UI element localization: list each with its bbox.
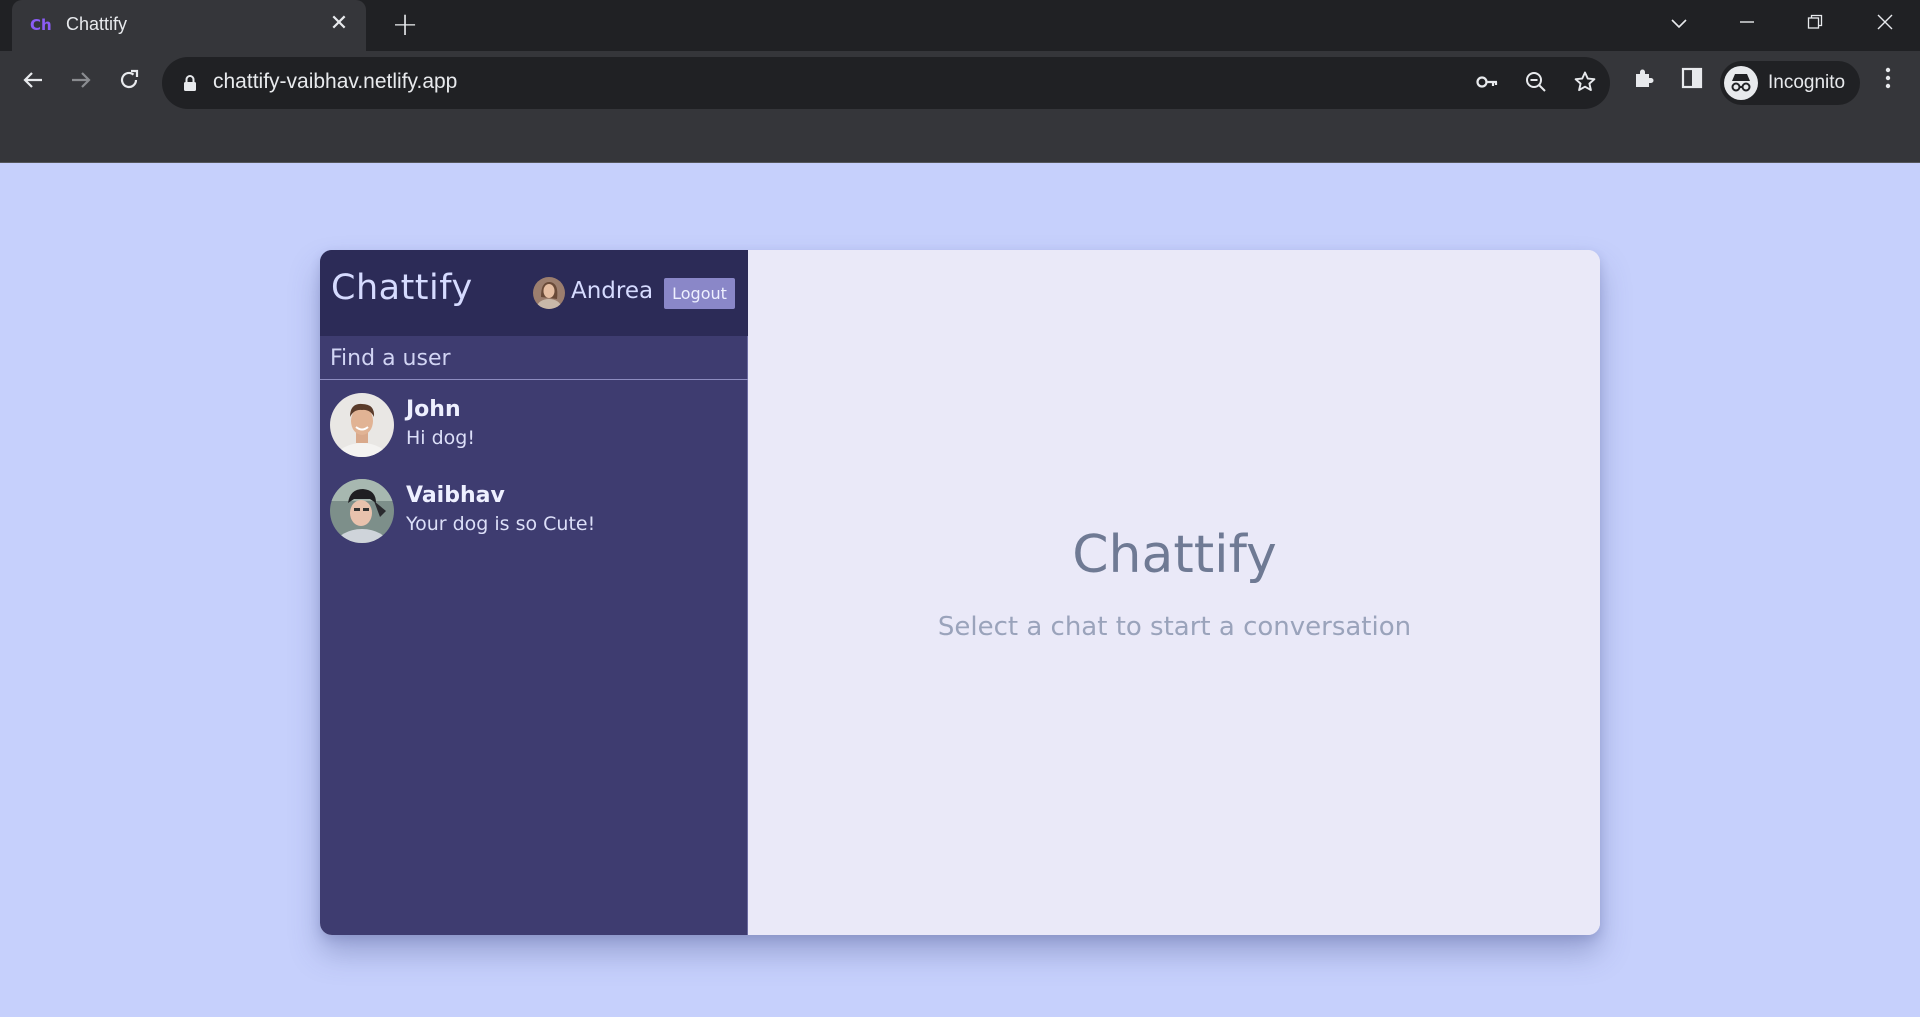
extensions-icon[interactable] [1628,65,1660,99]
star-icon[interactable] [1572,70,1598,96]
chat-name: John [406,397,461,422]
close-tab-icon[interactable]: ✕ [326,11,352,37]
restore-icon[interactable] [1792,8,1838,38]
logout-button[interactable]: Logout [664,278,735,309]
tab-strip: Ch Chattify ✕ + [0,0,1920,51]
profile-label: Incognito [1768,72,1846,93]
user-search [320,336,748,380]
search-input[interactable] [330,342,730,374]
favicon-icon: Ch [30,16,52,34]
lock-icon[interactable] [182,74,198,92]
chat-name: Vaibhav [406,483,505,508]
close-window-icon[interactable] [1862,8,1908,38]
zoom-out-icon[interactable] [1523,70,1549,96]
menu-icon[interactable] [1872,65,1904,99]
minimize-icon[interactable] [1724,8,1770,38]
avatar [330,393,394,457]
current-user-name: Andrea [571,278,654,304]
address-bar[interactable]: chattify-vaibhav.netlify.app [162,57,1610,109]
chat-item-john[interactable]: John Hi dog! [320,383,748,467]
sidebar: Chattify Andrea Logout Find a user John … [320,250,748,935]
browser-chrome: Ch Chattify ✕ + chattify-vaibhav.netlify… [0,0,1920,163]
browser-toolbar: chattify-vaibhav.netlify.app Incognito [0,51,1920,115]
forward-icon[interactable] [63,65,99,101]
key-icon[interactable] [1474,70,1500,96]
new-tab-button[interactable]: + [390,8,420,40]
tab-search-icon[interactable] [1656,8,1702,38]
chat-app-card: Chattify Andrea Logout Find a user John … [320,250,1600,935]
tab-title: Chattify [66,14,128,34]
side-panel-icon[interactable] [1676,65,1708,99]
incognito-icon [1724,66,1758,100]
current-user-avatar [533,277,565,309]
app-logo: Chattify [331,268,473,308]
sidebar-header: Chattify Andrea Logout [320,250,748,336]
chat-last-message: Your dog is so Cute! [406,513,596,535]
empty-state-title: Chattify [1072,525,1277,585]
chat-last-message: Hi dog! [406,427,475,449]
back-icon[interactable] [15,65,51,101]
empty-state-subtitle: Select a chat to start a conversation [937,612,1412,642]
chat-item-vaibhav[interactable]: Vaibhav Your dog is so Cute! [320,469,748,553]
url-text[interactable]: chattify-vaibhav.netlify.app [213,70,457,94]
chat-panel: Chattify Select a chat to start a conver… [749,250,1600,935]
tab-chattify[interactable]: Ch Chattify ✕ [12,0,366,51]
avatar [330,479,394,543]
reload-icon[interactable] [111,65,147,101]
profile-button[interactable]: Incognito [1720,61,1860,105]
